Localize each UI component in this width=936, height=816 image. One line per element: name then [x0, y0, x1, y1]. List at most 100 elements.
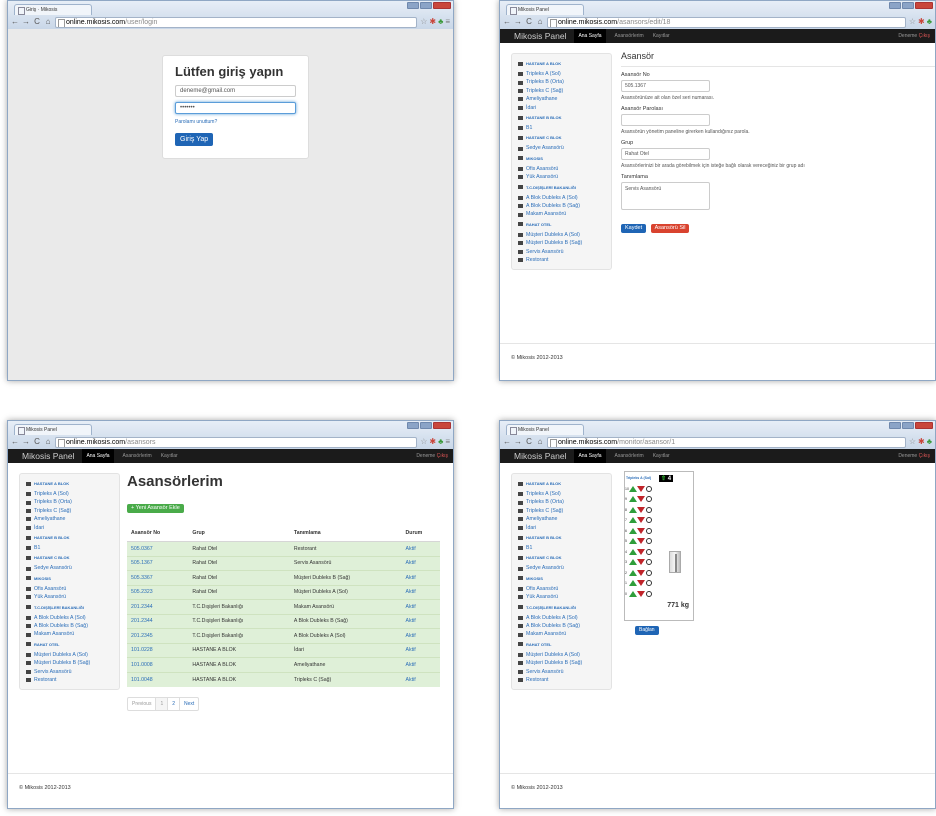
cell-elevator-no[interactable]: 101.0228 [127, 642, 189, 658]
call-down-icon[interactable] [637, 569, 645, 576]
connect-button[interactable]: Bağlan [635, 626, 659, 635]
cell-status[interactable]: Aktif [401, 541, 440, 556]
logout-link[interactable]: Çıkış [437, 453, 448, 459]
cell-elevator-no[interactable]: 201.2344 [127, 599, 189, 614]
sidebar-item[interactable]: Tripleks B (Orta) [518, 78, 605, 86]
cell-elevator-no[interactable]: 201.2345 [127, 628, 189, 643]
home-icon[interactable]: ⌂ [44, 17, 52, 27]
maximize-button[interactable] [420, 422, 432, 429]
table-row[interactable]: 505.0367 Rahat Otel Restorant Aktif [127, 541, 440, 556]
sidebar-item[interactable]: Tripleks A (Sol) [518, 70, 605, 78]
bookmark-star-icon[interactable]: ☆ [909, 17, 916, 27]
call-up-icon[interactable] [629, 506, 637, 513]
close-button[interactable] [433, 422, 451, 429]
table-row[interactable]: 201.2345 T.C.Dışişleri Bakanlığı A Blok Du… [127, 628, 440, 643]
close-button[interactable] [433, 2, 451, 9]
column-header[interactable]: Durum [401, 523, 440, 542]
bookmark-star-icon[interactable]: ☆ [420, 17, 427, 27]
extension-icon[interactable]: ✱ [429, 437, 436, 447]
table-row[interactable]: 101.0048 HASTANE A BLOK Tripleks C (Sağ) Ak… [127, 671, 440, 687]
cell-status[interactable]: Aktif [401, 613, 440, 629]
sidebar-item[interactable]: Müşteri Dubleks A (Sol) [26, 651, 113, 659]
sidebar-item[interactable]: A Blok Dubleks A (Sol) [26, 614, 113, 622]
call-up-icon[interactable] [629, 580, 637, 586]
extension-icon[interactable]: ♣ [438, 437, 443, 447]
call-up-icon[interactable] [629, 485, 637, 492]
call-up-icon[interactable] [629, 569, 637, 576]
address-bar[interactable]: online.mikosis.com/asansors/edit/18 [547, 16, 906, 28]
sidebar-item[interactable]: Tripleks A (Sol) [26, 490, 113, 498]
maximize-button[interactable] [902, 2, 914, 9]
sidebar-item[interactable]: Tripleks C (Sağ) [26, 507, 113, 515]
sidebar-item[interactable]: Yük Asansörü [518, 173, 605, 181]
extension-icon[interactable]: ✱ [918, 437, 925, 447]
sidebar-item[interactable]: Servis Asansörü [518, 668, 605, 676]
sidebar-item[interactable]: B1 [26, 544, 113, 552]
address-bar[interactable]: online.mikosis.com/monitor/asansor/1 [547, 436, 906, 448]
table-row[interactable]: 505.2323 Rahat Otel Müşteri Dubleks A (Sol… [127, 584, 440, 600]
call-down-icon[interactable] [637, 506, 645, 513]
browser-tab[interactable]: Giriş · Mikosis [14, 4, 92, 15]
brand-link[interactable]: Mikosis Panel [514, 451, 566, 461]
nav-home[interactable]: Ana Sayfa [82, 449, 114, 463]
cell-elevator-no[interactable]: 101.0048 [127, 671, 189, 687]
pagination-previous[interactable]: Previous [128, 698, 155, 710]
nav-home[interactable]: Ana Sayfa [574, 29, 606, 43]
sidebar-item[interactable]: Tripleks B (Orta) [518, 498, 605, 506]
sidebar-item[interactable]: Müşteri Dubleks B (Sağ) [518, 659, 605, 667]
nav-elevators[interactable]: Asansörlerim [615, 453, 644, 459]
cell-elevator-no[interactable]: 505.0367 [127, 541, 189, 556]
cell-status[interactable]: Aktif [401, 584, 440, 600]
call-down-icon[interactable] [637, 538, 645, 544]
sidebar-item[interactable]: İdari [26, 524, 113, 532]
login-button[interactable]: Giriş Yap [175, 133, 214, 146]
nav-elevators[interactable]: Asansörlerim [123, 453, 152, 459]
call-up-icon[interactable] [629, 548, 637, 555]
call-down-icon[interactable] [637, 548, 645, 555]
minimize-button[interactable] [889, 422, 901, 429]
reload-icon[interactable]: C [33, 437, 41, 447]
call-down-icon[interactable] [637, 496, 645, 502]
menu-icon[interactable]: ≡ [445, 17, 450, 27]
maximize-button[interactable] [420, 2, 432, 9]
sidebar-item[interactable]: Ameliyathane [518, 515, 605, 523]
sidebar-item[interactable]: Ofis Asansörü [518, 585, 605, 593]
home-icon[interactable]: ⌂ [536, 17, 544, 27]
cell-status[interactable]: Aktif [401, 671, 440, 687]
delete-button[interactable]: Asansörü Sil [650, 224, 690, 233]
column-header[interactable]: Grup [188, 523, 290, 542]
back-icon[interactable]: ← [11, 17, 19, 27]
forward-icon[interactable]: → [514, 17, 522, 27]
close-button[interactable] [915, 422, 933, 429]
sidebar-item[interactable]: Yük Asansörü [518, 593, 605, 601]
sidebar-item[interactable]: Makam Asansörü [26, 630, 113, 638]
minimize-button[interactable] [889, 2, 901, 9]
cell-elevator-no[interactable]: 201.2344 [127, 613, 189, 629]
table-row[interactable]: 505.1367 Rahat Otel Servis Asansörü Aktif [127, 555, 440, 571]
sidebar-item[interactable]: Tripleks C (Sağ) [518, 87, 605, 95]
sidebar-item[interactable]: Müşteri Dubleks A (Sol) [518, 651, 605, 659]
address-bar[interactable]: online.mikosis.com/asansors [55, 436, 418, 448]
nav-logs[interactable]: Kayıtlar [653, 453, 670, 459]
call-down-icon[interactable] [637, 580, 645, 586]
forward-icon[interactable]: → [22, 17, 30, 27]
nav-home[interactable]: Ana Sayfa [574, 449, 606, 463]
address-bar[interactable]: online.mikosis.com/user/login [55, 16, 418, 28]
pagination-next[interactable]: Next [179, 697, 198, 710]
browser-tab[interactable]: Mikosis Panel [506, 4, 584, 15]
sidebar-item[interactable]: Müşteri Dubleks B (Sağ) [518, 239, 605, 247]
sidebar-item[interactable]: Restorant [518, 256, 605, 264]
table-row[interactable]: 201.2344 T.C.Dışişleri Bakanlığı Makam Asa… [127, 599, 440, 614]
elevator-password-input[interactable] [621, 114, 710, 126]
call-down-icon[interactable] [637, 590, 645, 597]
browser-tab[interactable]: Mikosis Panel [14, 424, 92, 435]
column-header[interactable]: Tanımlama [289, 523, 402, 542]
call-up-icon[interactable] [629, 517, 637, 523]
group-input[interactable]: Rahat Otel [621, 148, 710, 160]
bookmark-star-icon[interactable]: ☆ [909, 437, 916, 447]
sidebar-item[interactable]: A Blok Dubleks B (Sağ) [518, 622, 605, 630]
back-icon[interactable]: ← [503, 17, 511, 27]
sidebar-item[interactable]: B1 [518, 544, 605, 552]
pagination-page[interactable]: 1 [155, 697, 168, 710]
column-header[interactable]: Asansör No [127, 523, 189, 542]
